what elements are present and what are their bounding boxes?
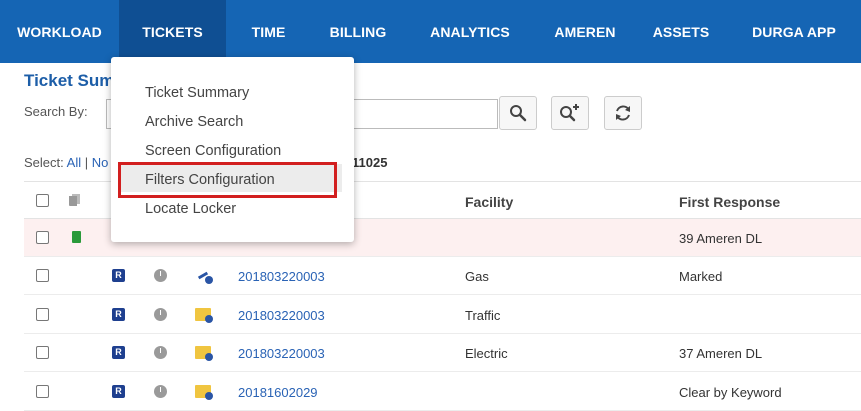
ticket-link[interactable]: 20181602029 — [238, 385, 318, 400]
row-checkbox[interactable] — [36, 269, 49, 282]
nav-time[interactable]: TIME — [226, 0, 311, 63]
menu-item-archive-search[interactable]: Archive Search — [145, 114, 243, 130]
first-response-cell: Clear by Keyword — [679, 385, 782, 400]
folder-check-icon[interactable] — [195, 385, 213, 400]
refresh-icon — [616, 105, 630, 121]
nav-tickets[interactable]: TICKETS — [119, 0, 226, 63]
row-checkbox[interactable] — [36, 346, 49, 359]
first-response-cell: Marked — [679, 269, 723, 284]
menu-item-locate-locker[interactable]: Locate Locker — [145, 201, 236, 217]
nav-durga-app[interactable]: DURGA APP — [727, 0, 861, 63]
advanced-search-button[interactable] — [551, 96, 589, 130]
facility-cell: Gas — [465, 269, 489, 284]
r-badge-icon: R — [112, 308, 125, 321]
first-response-header[interactable]: First Response — [679, 194, 780, 210]
row-checkbox[interactable] — [36, 385, 49, 398]
row-checkbox[interactable] — [36, 231, 49, 244]
refresh-button[interactable] — [604, 96, 642, 130]
search-input[interactable] — [340, 99, 498, 129]
top-nav: WORKLOAD TICKETS TIME BILLING ANALYTICS … — [0, 0, 861, 63]
search-icon — [510, 105, 527, 122]
clock-icon — [154, 346, 167, 359]
nav-workload[interactable]: WORKLOAD — [0, 0, 119, 63]
r-badge-icon: R — [112, 346, 125, 359]
clock-icon — [154, 385, 167, 398]
tickets-dropdown-menu: Ticket Summary Archive Search Screen Con… — [111, 57, 354, 242]
page-title: Ticket Sum — [24, 71, 115, 90]
nav-ameren[interactable]: AMEREN — [535, 0, 635, 63]
ticket-link[interactable]: 201803220003 — [238, 269, 325, 284]
ticket-link[interactable]: 201803220003 — [238, 308, 325, 323]
search-by-label: Search By: — [24, 104, 88, 119]
select-row: Select: All | No — [24, 155, 108, 170]
ticket-link[interactable]: 201803220003 — [238, 346, 325, 361]
select-label: Select: — [24, 155, 64, 170]
document-icon — [72, 231, 81, 243]
facility-header[interactable]: Facility — [465, 194, 513, 210]
folder-check-icon[interactable] — [195, 346, 213, 361]
facility-cell: Electric — [465, 346, 508, 361]
table-row[interactable]: R 201803220003 Traffic — [24, 296, 861, 334]
zoom-plus-icon — [560, 104, 579, 122]
table-row[interactable]: R 20181602029 Clear by Keyword — [24, 373, 861, 411]
nav-assets[interactable]: ASSETS — [635, 0, 727, 63]
menu-item-screen-configuration[interactable]: Screen Configuration — [145, 143, 281, 159]
annotation-highlight-box — [118, 162, 337, 198]
select-separator: | — [84, 155, 89, 170]
table-row[interactable]: R 201803220003 Electric 37 Ameren DL — [24, 334, 861, 372]
select-all-link[interactable]: All — [67, 155, 81, 170]
nav-analytics[interactable]: ANALYTICS — [405, 0, 535, 63]
ticket-number-header: 11025 — [352, 155, 388, 170]
select-all-checkbox[interactable] — [36, 194, 49, 207]
folder-check-icon[interactable] — [195, 308, 213, 323]
first-response-cell: 39 Ameren DL — [679, 231, 763, 246]
clock-icon — [154, 308, 167, 321]
search-button[interactable] — [499, 96, 537, 130]
edit-icon[interactable] — [195, 269, 213, 284]
first-response-cell: 37 Ameren DL — [679, 346, 763, 361]
table-row[interactable]: R 201803220003 Gas Marked — [24, 257, 861, 295]
r-badge-icon: R — [112, 385, 125, 398]
copy-icon — [69, 194, 80, 206]
clock-icon — [154, 269, 167, 282]
menu-item-ticket-summary[interactable]: Ticket Summary — [145, 85, 249, 101]
row-checkbox[interactable] — [36, 308, 49, 321]
nav-billing[interactable]: BILLING — [311, 0, 405, 63]
select-none-link[interactable]: No — [92, 155, 109, 170]
r-badge-icon: R — [112, 269, 125, 282]
facility-cell: Traffic — [465, 308, 501, 323]
